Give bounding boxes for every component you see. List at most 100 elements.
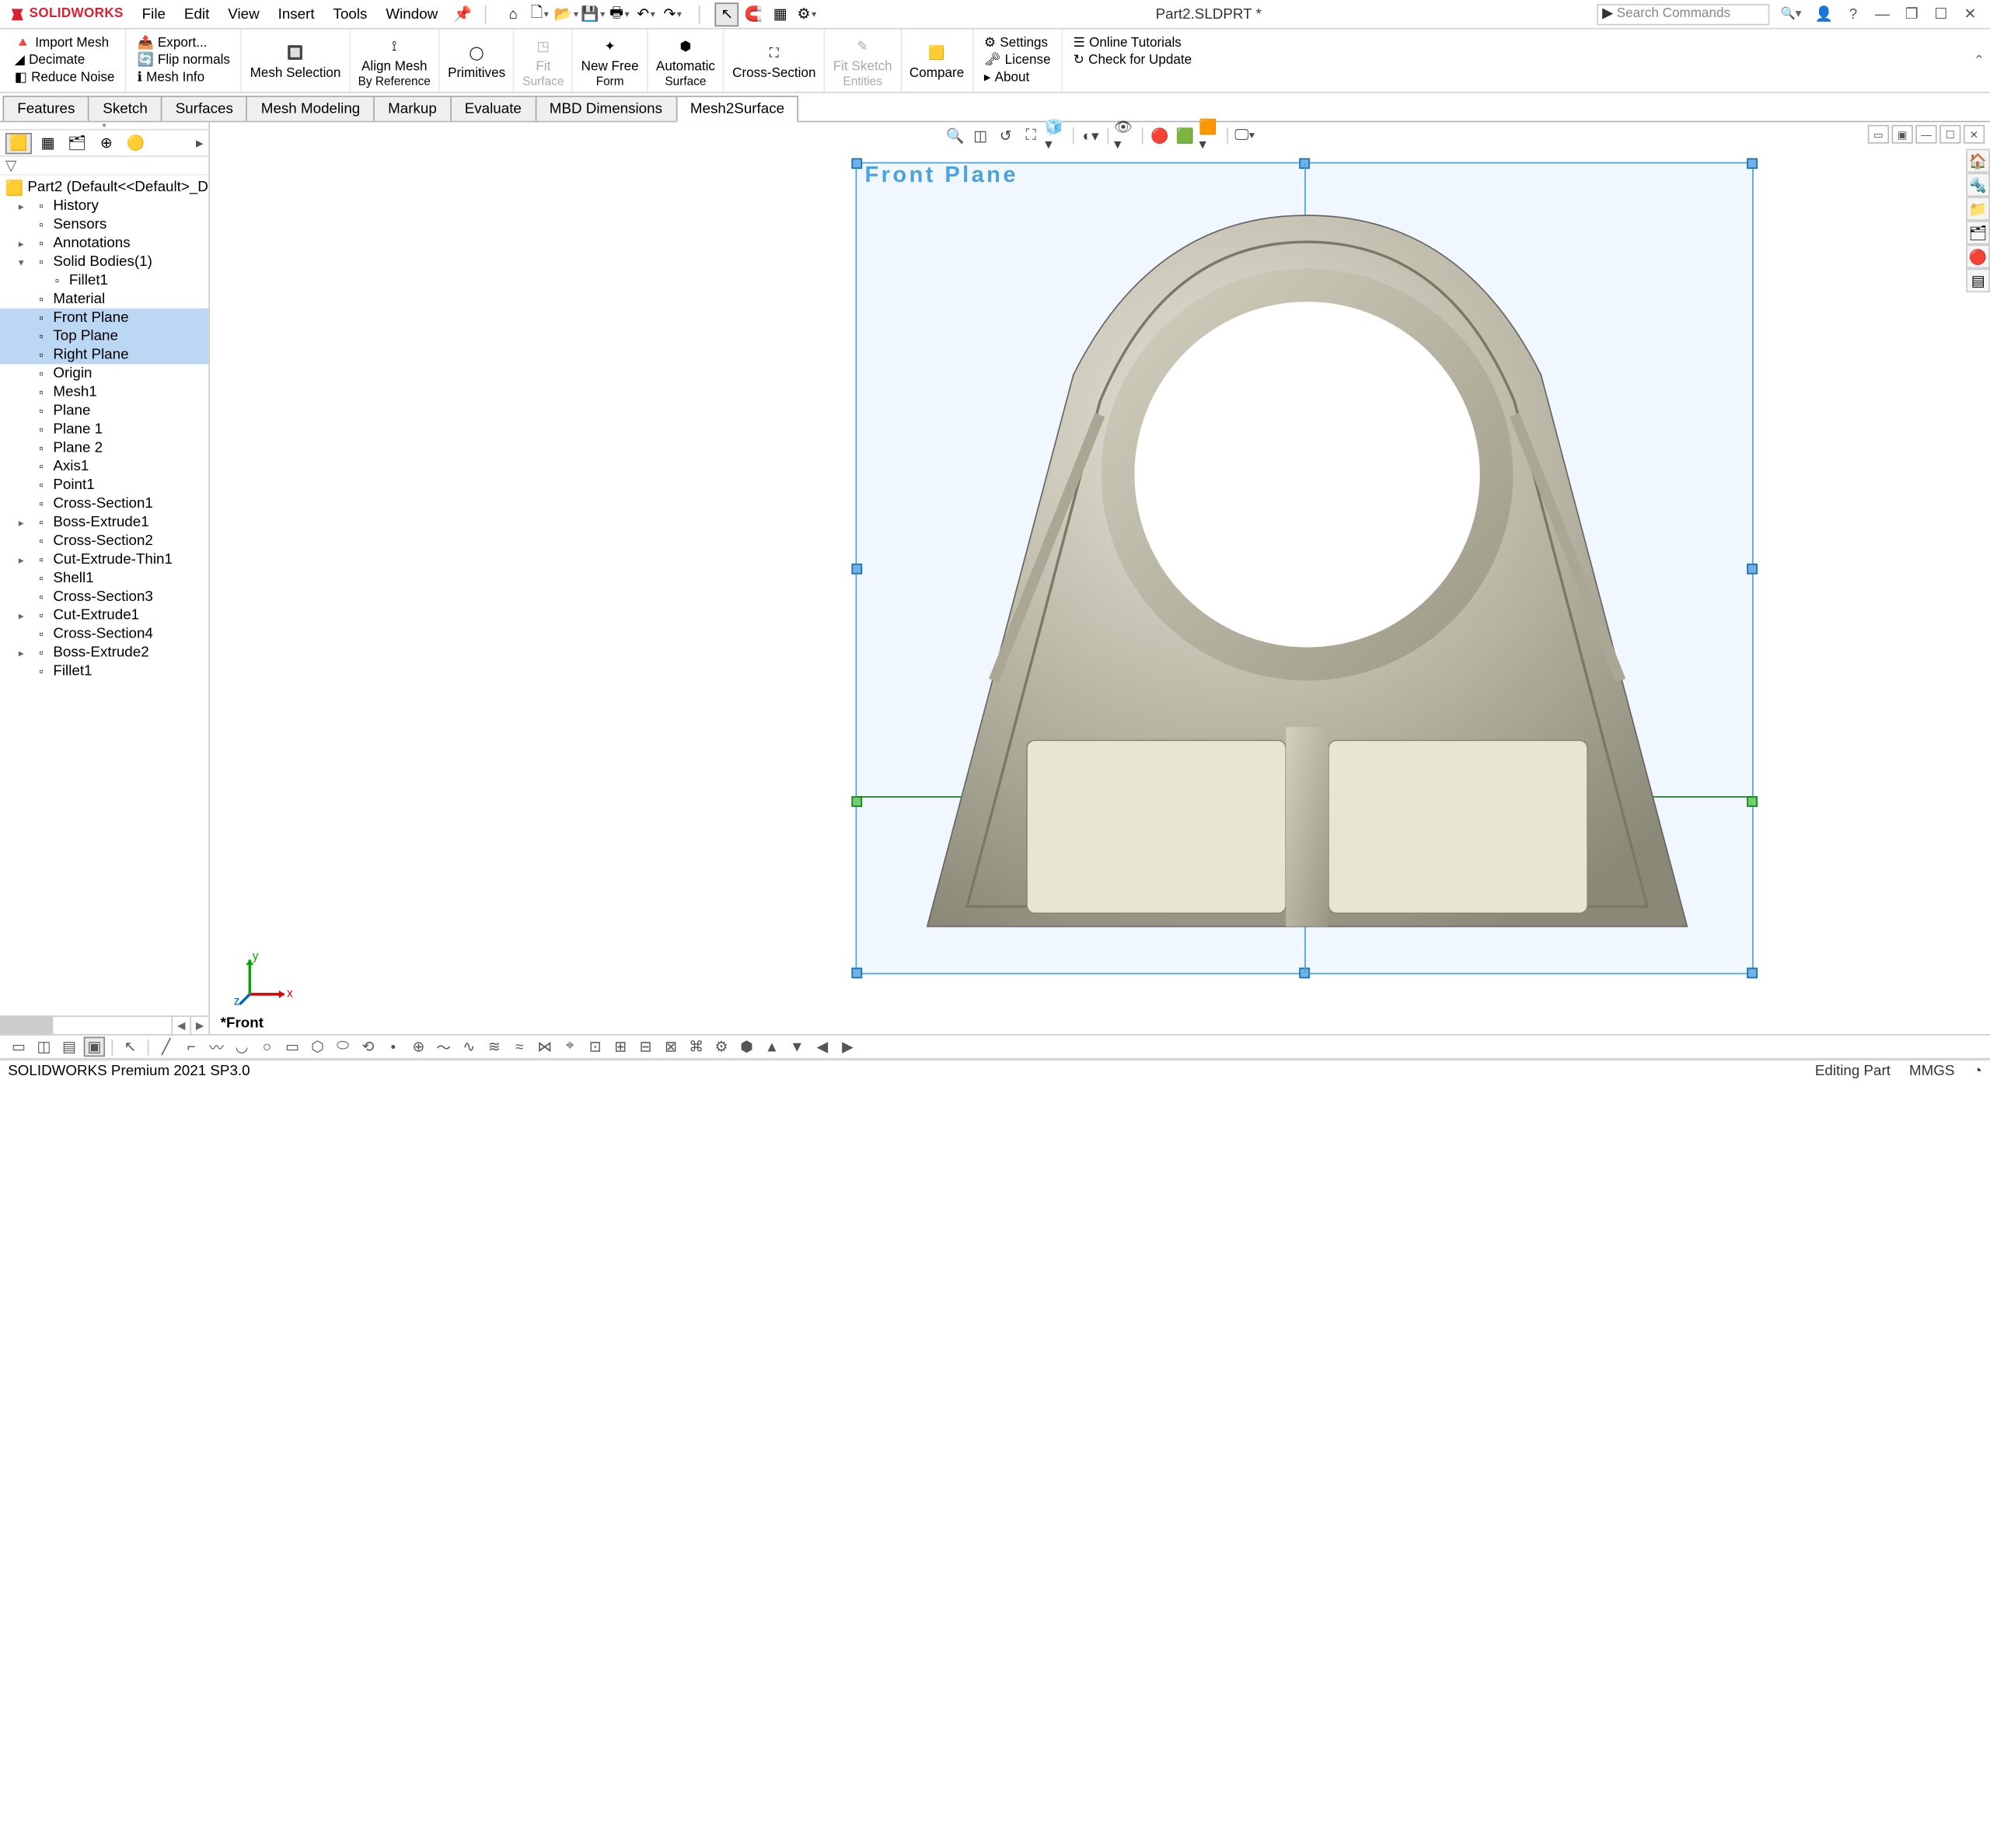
display-style-icon[interactable]: ◐▾	[1080, 125, 1102, 146]
primitives-button[interactable]: ◯Primitives	[440, 30, 515, 92]
license-button[interactable]: 🗝 License	[984, 52, 1051, 68]
mesh-selection-button[interactable]: 🔲Mesh Selection	[242, 30, 350, 92]
open-button[interactable]: 📂	[554, 2, 578, 26]
edit-appearance-icon[interactable]: 🔴	[1148, 125, 1171, 146]
tree-node[interactable]: ▫Cross-Section2	[0, 532, 208, 550]
zoom-fit-icon[interactable]: 🔍	[944, 125, 966, 146]
tree-node[interactable]: ▸▫Annotations	[0, 234, 208, 253]
tree-node[interactable]: ▫Cross-Section4	[0, 625, 208, 644]
tree-node[interactable]: ▸▫Boss-Extrude2	[0, 644, 208, 662]
menu-view[interactable]: View	[220, 3, 267, 24]
bt-g[interactable]: ⊡	[585, 1037, 606, 1057]
configuration-manager-tab[interactable]: 🗂	[64, 132, 90, 153]
viewport-close[interactable]: ✕	[1964, 125, 1985, 144]
bt-circle[interactable]: ○	[257, 1037, 278, 1057]
viewport-wnd2[interactable]: ▣	[1892, 125, 1913, 144]
close-button[interactable]: ✕	[1958, 5, 1982, 23]
view-tab-front[interactable]: *Front	[210, 1015, 274, 1032]
online-tutorials-button[interactable]: ☰ Online Tutorials	[1074, 34, 1182, 51]
tree-node[interactable]: ▸▫Cut-Extrude-Thin1	[0, 550, 208, 569]
taskpane-design-library-icon[interactable]: 📁	[1966, 197, 1990, 221]
section-view-icon[interactable]: ⛶	[1020, 125, 1042, 146]
taskpane-resources-icon[interactable]: 🔩	[1966, 173, 1990, 197]
bt-o[interactable]: ▼	[787, 1037, 808, 1057]
hide-show-icon[interactable]: 👁▾	[1114, 125, 1136, 146]
tab-surfaces[interactable]: Surfaces	[161, 96, 248, 121]
new-free-form-button[interactable]: ✦New FreeForm	[573, 30, 648, 92]
collapse-ribbon-icon[interactable]: ⌃	[1974, 53, 1985, 68]
check-update-button[interactable]: ↻ Check for Update	[1074, 52, 1192, 68]
tree-node[interactable]: ▫Sensors	[0, 215, 208, 234]
bt-ref[interactable]: ⊕	[408, 1037, 429, 1057]
tree-node[interactable]: ▸▫Cut-Extrude1	[0, 606, 208, 625]
bt-h[interactable]: ⊞	[609, 1037, 630, 1057]
tree-node[interactable]: ▫Plane	[0, 401, 208, 420]
help-icon[interactable]: ?	[1842, 5, 1866, 23]
print-button[interactable]: 🖶	[607, 2, 631, 26]
feature-manager-tab[interactable]: 🟨	[5, 132, 32, 153]
bt-p[interactable]: ◀	[812, 1037, 833, 1057]
tree-node[interactable]: ▫Right Plane	[0, 346, 208, 365]
menu-tools[interactable]: Tools	[325, 3, 375, 24]
previous-view-icon[interactable]: ↺	[994, 125, 1017, 146]
tree-node[interactable]: ▫Cross-Section3	[0, 588, 208, 606]
flip-normals-button[interactable]: 🔄 Flip normals	[137, 52, 229, 68]
settings-button[interactable]: ⚙	[794, 2, 819, 26]
bt-e[interactable]: ⋈	[534, 1037, 555, 1057]
bt-b[interactable]: ∿	[459, 1037, 480, 1057]
bt-l[interactable]: ⚙	[710, 1037, 731, 1057]
taskpane-appearances-icon[interactable]: ▤	[1966, 268, 1990, 292]
tab-mbd-dimensions[interactable]: MBD Dimensions	[535, 96, 677, 121]
restore-button[interactable]: ❐	[1900, 5, 1924, 23]
tree-node[interactable]: ▫Fillet1	[0, 662, 208, 680]
tab-evaluate[interactable]: Evaluate	[450, 96, 536, 121]
pin-menu-icon[interactable]: 📌	[454, 5, 472, 23]
bt-i[interactable]: ⊟	[635, 1037, 656, 1057]
status-widget[interactable]: ◔	[1973, 1063, 1981, 1079]
bt-poly[interactable]: ⬡	[307, 1037, 328, 1057]
menu-file[interactable]: File	[134, 3, 173, 24]
bt-f[interactable]: ⌖	[559, 1037, 580, 1057]
search-dropdown[interactable]: 🔍▾	[1780, 7, 1801, 22]
bt-j[interactable]: ⊠	[660, 1037, 681, 1057]
menu-edit[interactable]: Edit	[176, 3, 218, 24]
display-manager-tab[interactable]: 🟡	[122, 132, 148, 153]
compare-button[interactable]: 🟨Compare	[902, 30, 974, 92]
rebuild-button[interactable]: 🧲	[742, 2, 766, 26]
bt1[interactable]: ▭	[8, 1037, 29, 1057]
tree-node[interactable]: ▫Mesh1	[0, 383, 208, 401]
bt-pt[interactable]: •	[382, 1037, 403, 1057]
viewport-min[interactable]: —	[1915, 125, 1936, 144]
orientation-triad[interactable]: x y z	[239, 952, 292, 1004]
tab-markup[interactable]: Markup	[373, 96, 451, 121]
select-cursor-button[interactable]: ↖	[715, 2, 739, 26]
tree-hscrollbar[interactable]: ◀▶	[0, 1015, 208, 1034]
bt-spline[interactable]: 〰	[206, 1037, 227, 1057]
tree-node[interactable]: ▫Plane 1	[0, 420, 208, 438]
bt-a[interactable]: 〜	[433, 1037, 454, 1057]
menu-window[interactable]: Window	[378, 3, 445, 24]
bt-corner[interactable]: ⌐	[180, 1037, 201, 1057]
graphics-viewport[interactable]: 🔍 ◫ ↺ ⛶ 🧊▾ ◐▾ 👁▾ 🔴 🟩 🟧▾ 🖵▾ ▭ ▣ — ☐ ✕ 🏠 🔩	[210, 122, 1990, 1034]
tree-node[interactable]: ▫Material	[0, 290, 208, 309]
bt-line[interactable]: ╱	[155, 1037, 176, 1057]
tab-sketch[interactable]: Sketch	[89, 96, 162, 121]
home-icon[interactable]: ⌂	[501, 2, 525, 26]
bt-rect[interactable]: ▭	[281, 1037, 302, 1057]
taskpane-home-icon[interactable]: 🏠	[1966, 148, 1990, 173]
tree-node[interactable]: ▫Shell1	[0, 569, 208, 588]
tree-node[interactable]: ▫Cross-Section1	[0, 494, 208, 513]
bt-k[interactable]: ⌘	[686, 1037, 707, 1057]
apply-scene-icon[interactable]: 🟩	[1174, 125, 1196, 146]
redo-button[interactable]: ↷	[661, 2, 685, 26]
new-doc-button[interactable]: 🗋	[528, 2, 552, 26]
status-units[interactable]: MMGS	[1909, 1063, 1955, 1079]
bt-tan[interactable]: ⟲	[358, 1037, 379, 1057]
decimate-button[interactable]: ◢ Decimate	[15, 52, 85, 68]
import-mesh-button[interactable]: 🔺 Import Mesh	[15, 34, 109, 51]
screen-capture-icon[interactable]: 🖵▾	[1234, 125, 1256, 146]
viewport-max[interactable]: ☐	[1939, 125, 1960, 144]
tree-filter[interactable]: ▽	[0, 157, 208, 176]
export-button[interactable]: 📤 Export...	[137, 34, 207, 51]
bt-ell[interactable]: ⬭	[332, 1037, 353, 1057]
